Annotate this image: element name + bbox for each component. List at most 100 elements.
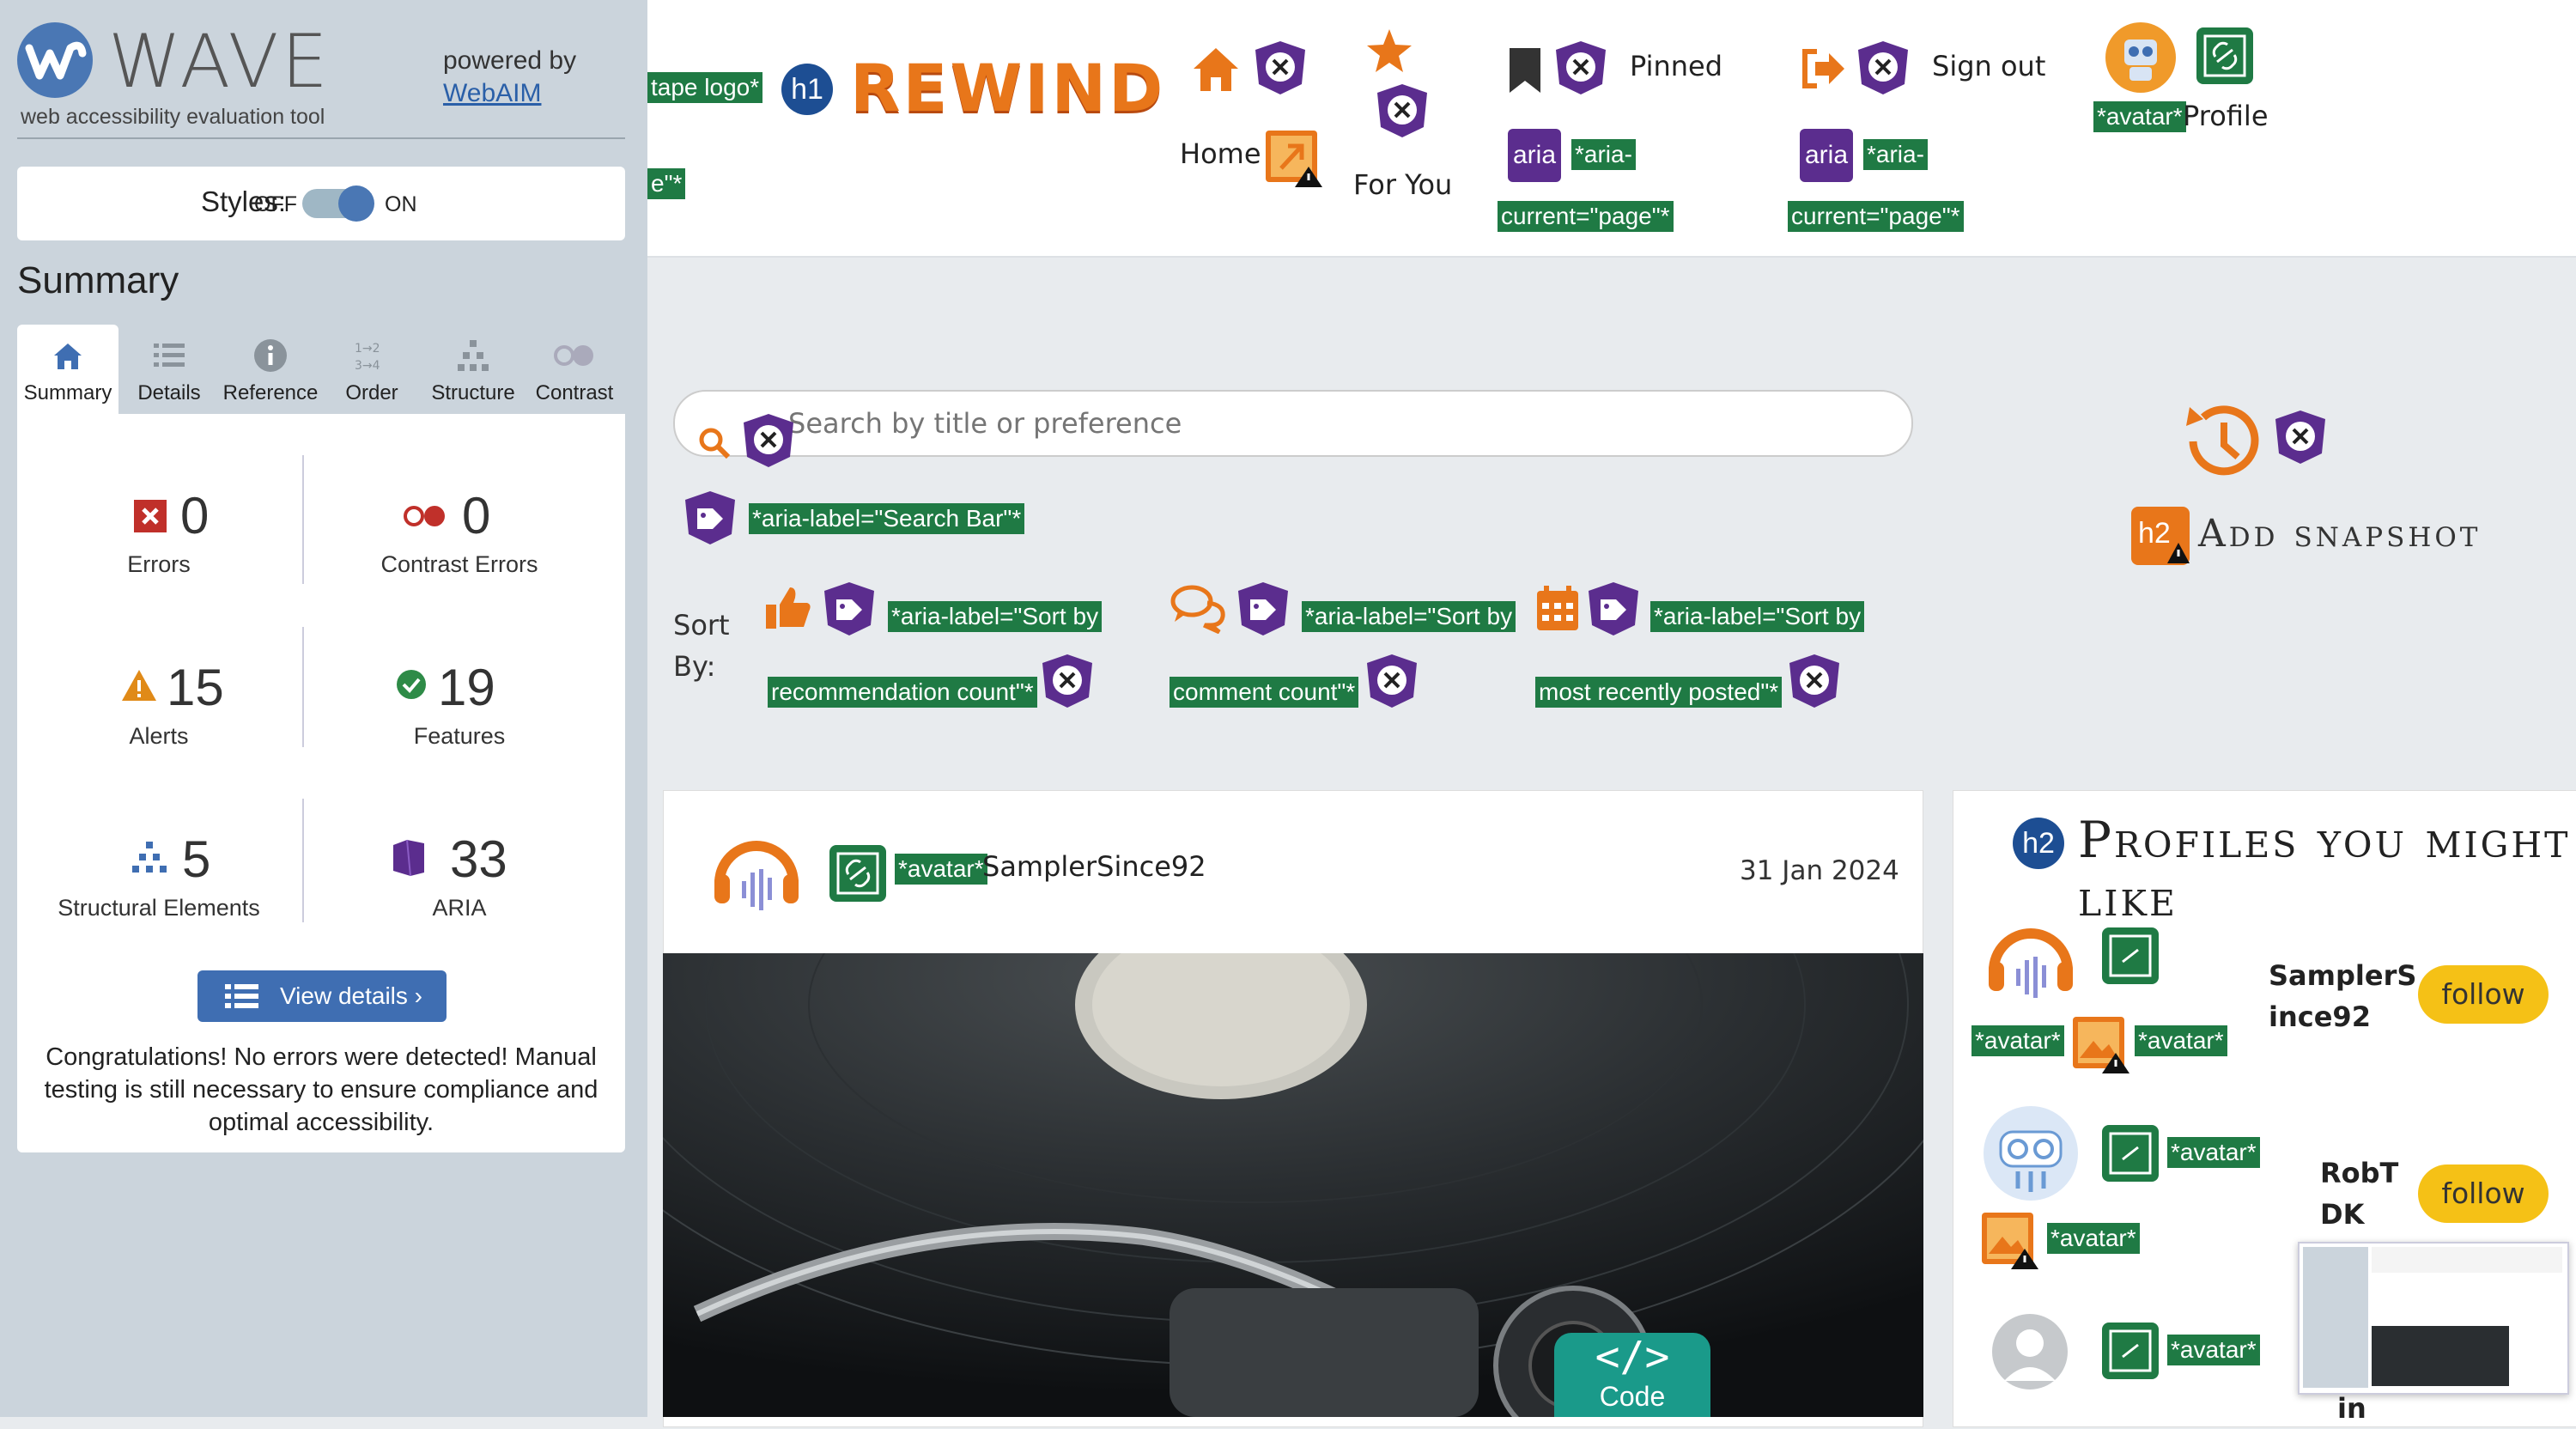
search-bar	[673, 390, 1913, 457]
wave-aria-tag: comment count"*	[1170, 677, 1359, 708]
wave-code-button[interactable]: </> Code	[1554, 1333, 1710, 1417]
error-icon	[134, 500, 167, 532]
contrast-errors-label: Contrast Errors	[380, 551, 538, 577]
code-icon: </>	[1595, 1333, 1670, 1381]
features-label: Features	[413, 723, 506, 749]
avatar[interactable]	[709, 824, 804, 919]
wave-aria-tag: *aria-label="Sort by	[888, 601, 1103, 632]
list-icon	[225, 984, 258, 1008]
wave-sidebar: WAVE web accessibility evaluation tool p…	[0, 0, 647, 1417]
profile-name-line: DK	[2320, 1198, 2365, 1231]
wave-linked-image-icon	[2102, 1323, 2159, 1379]
wave-alt-tag: *avatar*	[2093, 101, 2186, 132]
follow-button[interactable]: follow	[2418, 965, 2549, 1024]
nav-pinned-label[interactable]: Pinned	[1630, 50, 1722, 82]
tab-order[interactable]: 1→2 3→4 Order	[321, 325, 422, 414]
wave-tabs: Summary Details Reference 1→2 3→4 Order S…	[17, 325, 625, 414]
calendar-icon[interactable]	[1535, 584, 1580, 632]
wave-aria-tag: *aria-label="Search Bar"*	[749, 503, 1025, 534]
wave-aria-tag: *aria-	[1571, 139, 1636, 170]
comments-icon[interactable]	[1170, 582, 1228, 635]
features-count: 19	[438, 659, 495, 716]
wave-aria-tag: current="page"*	[1498, 201, 1674, 232]
nav-sign-out-label[interactable]: Sign out	[1932, 50, 2045, 82]
errors-count: 0	[180, 487, 210, 544]
tab-contrast[interactable]: Contrast	[524, 325, 625, 414]
avatar[interactable]	[1984, 1106, 2078, 1201]
wave-alt-tag: *avatar*	[2135, 1025, 2227, 1056]
tab-reference[interactable]: Reference	[220, 325, 321, 414]
profile-name[interactable]: SamplerS ince92	[2269, 955, 2416, 1037]
wave-logo-icon	[17, 22, 93, 98]
structural-count: 5	[182, 830, 211, 888]
follow-button[interactable]: follow	[2418, 1164, 2549, 1223]
history-icon[interactable]	[2178, 397, 2267, 486]
divider	[17, 137, 625, 139]
summary-panel: 0 Errors 0 Contrast Errors 15 Alerts 19 …	[17, 414, 625, 1152]
summary-heading: Summary	[17, 259, 179, 301]
wave-aria-tag: current="page"*	[1788, 201, 1964, 232]
wave-aria-label-icon	[821, 581, 878, 637]
wave-aria-hidden-icon	[2272, 409, 2329, 465]
tab-label: Contrast	[535, 381, 614, 404]
post-username[interactable]: SamplerSince92	[982, 850, 1206, 883]
post-date: 31 Jan 2024	[1740, 855, 1899, 886]
webaim-link[interactable]: WebAIM	[443, 77, 576, 110]
wave-aria-badge: aria	[1800, 129, 1853, 182]
wave-aria-tag: *aria-label="Sort by	[1302, 601, 1516, 632]
thumbnail-image	[2372, 1326, 2509, 1386]
toggle-on-label: ON	[385, 192, 417, 216]
home-icon	[17, 337, 118, 374]
wave-alt-tag: *avatar*	[895, 854, 987, 885]
wave-aria-hidden-icon	[1855, 40, 1911, 96]
code-label: Code	[1599, 1381, 1666, 1412]
brand-logo[interactable]: REWIND	[850, 50, 1165, 126]
tab-structure[interactable]: Structure	[422, 325, 524, 414]
wave-h2-badge: h2	[2013, 818, 2064, 869]
contrast-errors-count: 0	[462, 487, 491, 544]
add-snapshot-label[interactable]: Add snapshot	[2198, 512, 2481, 556]
nav-profile-label[interactable]: Profile	[2183, 100, 2269, 132]
profile-name-line: SamplerS	[2269, 959, 2417, 992]
sign-out-icon[interactable]	[1800, 46, 1848, 91]
tab-label: Order	[345, 381, 398, 404]
wave-aria-label-icon	[1585, 581, 1642, 637]
wave-aria-badge: aria	[1508, 129, 1561, 182]
sort-by-label: Sort By:	[673, 605, 730, 687]
svg-text:3→4: 3→4	[355, 359, 380, 373]
styles-toggle[interactable]	[302, 185, 374, 222]
tab-summary[interactable]: Summary	[17, 325, 118, 414]
sort-label-line: By:	[673, 650, 716, 683]
profile-name-line: ince92	[2269, 1000, 2371, 1033]
avatar[interactable]	[1984, 912, 2078, 1006]
wave-alt-tag: tape logo*	[647, 72, 763, 103]
toggle-knob[interactable]	[338, 185, 374, 222]
nav-home-label[interactable]: Home	[1180, 137, 1261, 170]
star-icon[interactable]	[1365, 27, 1413, 76]
home-icon[interactable]	[1190, 45, 1242, 93]
structural-label: Structural Elements	[58, 895, 260, 921]
divider	[302, 627, 304, 747]
tab-details[interactable]: Details	[118, 325, 220, 414]
tab-label: Summary	[23, 381, 112, 404]
avatar[interactable]	[1992, 1314, 2068, 1389]
aria-count: 33	[450, 830, 507, 888]
sort-label-line: Sort	[673, 609, 730, 642]
structure-icon	[422, 337, 524, 374]
thumbs-up-icon[interactable]	[764, 584, 812, 632]
view-details-button[interactable]: View details ›	[197, 970, 447, 1022]
wave-alert-link-icon	[1262, 127, 1324, 189]
profile-name[interactable]: RobT DK	[2320, 1152, 2398, 1235]
toggle-off-label: OFF	[254, 192, 297, 216]
congrats-message: Congratulations! No errors were detected…	[44, 1043, 598, 1136]
aria-label: ARIA	[432, 895, 487, 921]
wave-alt-tag: *avatar*	[2047, 1223, 2140, 1254]
bookmark-icon[interactable]	[1508, 46, 1542, 94]
search-icon[interactable]	[697, 426, 732, 460]
screenshot-thumbnail[interactable]	[2298, 1242, 2569, 1395]
avatar[interactable]	[2105, 22, 2176, 93]
styles-toggle-box: Styles: OFF ON	[17, 167, 625, 240]
nav-for-you-label[interactable]: For You	[1353, 168, 1452, 201]
search-input[interactable]	[787, 402, 1863, 445]
wave-linked-image-icon	[2196, 27, 2253, 84]
